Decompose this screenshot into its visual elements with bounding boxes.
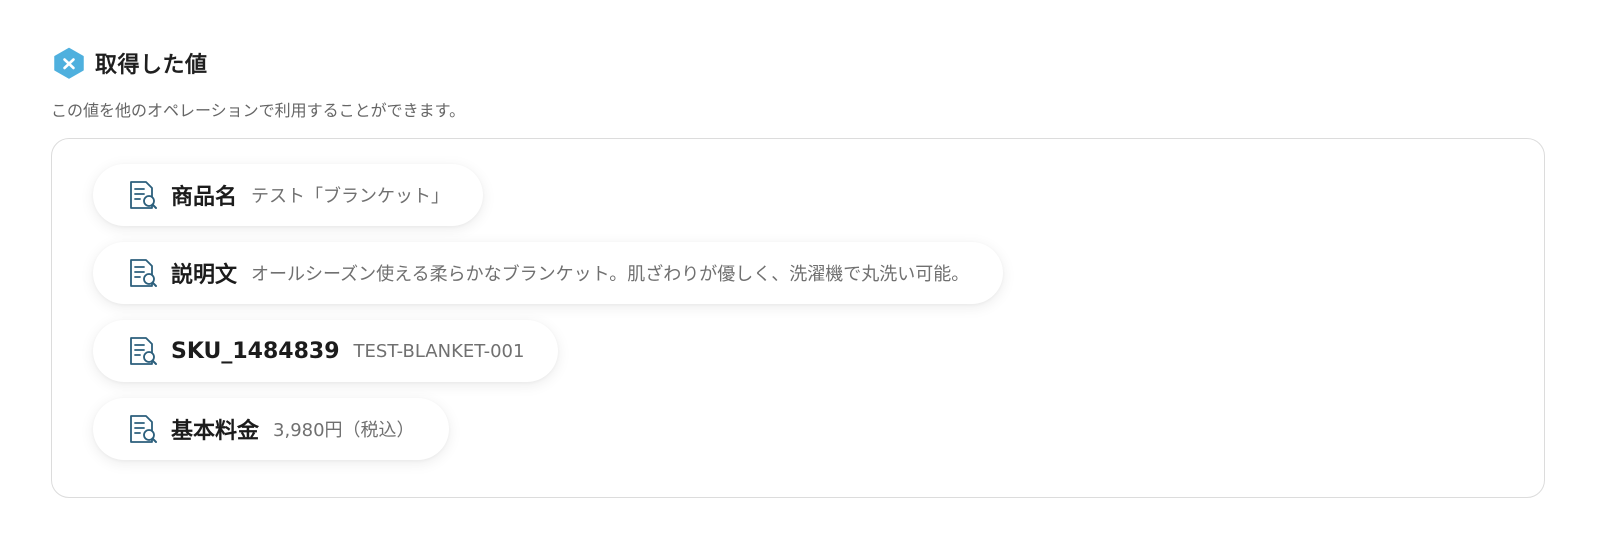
value-key: SKU_1484839: [171, 338, 340, 364]
value-key: 商品名: [171, 185, 238, 210]
section-description: この値を他のオペレーションで利用することができます。: [51, 101, 466, 120]
value-text: テスト「ブランケット」: [251, 186, 450, 207]
x-pentagon-icon: [54, 47, 84, 79]
document-search-icon: [130, 415, 157, 443]
section-header: 取得した値: [53, 47, 208, 79]
document-search-icon: [130, 181, 157, 209]
value-chip-description[interactable]: 説明文 オールシーズン使える柔らかなブランケット。肌ざわりが優しく、洗濯機で丸洗…: [93, 242, 1004, 304]
document-search-icon: [130, 337, 157, 365]
value-chip-product-name[interactable]: 商品名 テスト「ブランケット」: [93, 164, 484, 226]
value-text: オールシーズン使える柔らかなブランケット。肌ざわりが優しく、洗濯機で丸洗い可能。: [251, 264, 970, 285]
value-chip-base-price[interactable]: 基本料金 3,980円（税込）: [93, 398, 449, 460]
value-text: 3,980円（税込）: [273, 420, 415, 441]
value-text: TEST-BLANKET-001: [353, 340, 525, 362]
value-chip-sku[interactable]: SKU_1484839 TEST-BLANKET-001: [93, 320, 559, 382]
document-search-icon: [130, 259, 157, 287]
value-key: 説明文: [171, 263, 238, 288]
value-key: 基本料金: [171, 419, 260, 444]
values-panel: 商品名 テスト「ブランケット」 説明文 オールシーズン使える柔らかなブランケット…: [51, 138, 1545, 498]
section-title: 取得した値: [95, 53, 208, 78]
